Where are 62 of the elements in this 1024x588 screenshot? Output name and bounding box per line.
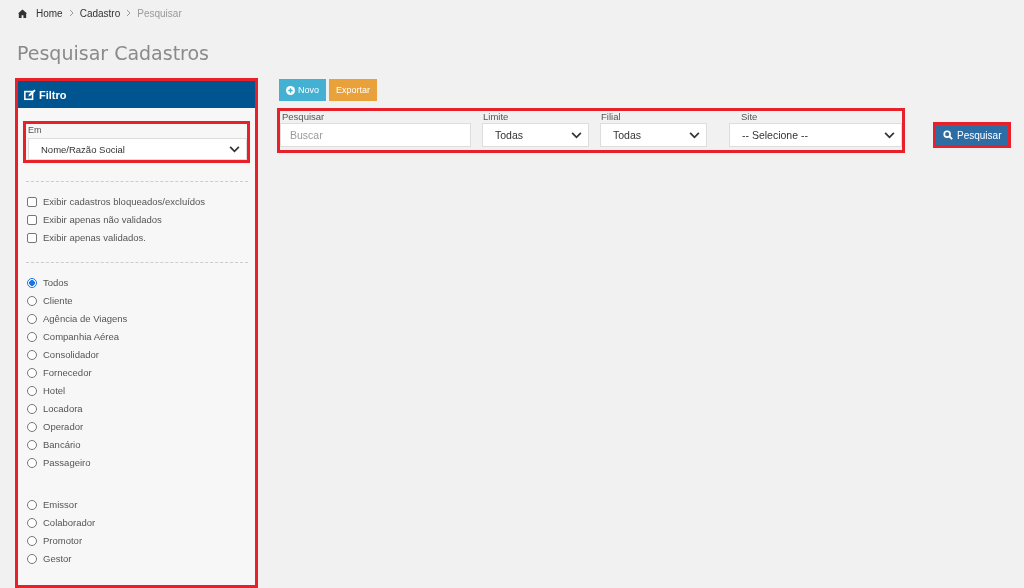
chevron-icon bbox=[689, 131, 700, 139]
radio-label: Colaborador bbox=[43, 517, 96, 528]
radio-label: Gestor bbox=[43, 553, 72, 564]
radio-button[interactable] bbox=[27, 403, 37, 414]
search-field[interactable]: Buscar bbox=[280, 123, 471, 147]
radio-label: Promotor bbox=[43, 535, 83, 546]
field-label: Filial bbox=[600, 111, 622, 123]
radio-button[interactable] bbox=[27, 457, 37, 468]
checkbox[interactable] bbox=[27, 196, 37, 207]
field-label: Pesquisar bbox=[281, 111, 326, 123]
radio-button[interactable] bbox=[27, 331, 37, 342]
radio-label: Passageiro bbox=[43, 457, 91, 468]
page-title: Pesquisar Cadastros bbox=[17, 41, 211, 66]
checkbox-label: Exibir apenas validados. bbox=[43, 232, 146, 243]
chevron-icon bbox=[126, 9, 132, 17]
radio-label: Todos bbox=[43, 277, 69, 288]
radio-button[interactable] bbox=[27, 367, 37, 378]
select-field[interactable]: Todas bbox=[600, 123, 707, 147]
radio-button[interactable] bbox=[27, 439, 37, 450]
checkbox-label: Exibir apenas não validados bbox=[43, 214, 162, 225]
field-label: Em bbox=[28, 124, 43, 136]
radio-button[interactable] bbox=[27, 421, 37, 432]
select-field[interactable]: -- Selecione -- bbox=[729, 123, 902, 147]
radio-label: Agência de Viagens bbox=[43, 313, 128, 324]
radio-label: Operador bbox=[43, 421, 84, 432]
panel-title: Filtro bbox=[39, 88, 67, 101]
radio-label: Fornecedor bbox=[43, 367, 92, 378]
radio-label: Hotel bbox=[43, 385, 66, 396]
breadcrumb-link[interactable]: Cadastro bbox=[79, 7, 121, 19]
field-label: Site bbox=[740, 111, 759, 123]
chevron-icon bbox=[68, 9, 74, 17]
radio-button[interactable] bbox=[27, 349, 37, 360]
radio-label: Locadora bbox=[43, 403, 83, 414]
checkbox[interactable] bbox=[27, 232, 37, 243]
chevron-icon bbox=[571, 131, 582, 139]
radio-button[interactable] bbox=[27, 385, 37, 396]
home-icon bbox=[17, 7, 28, 19]
radio-button[interactable] bbox=[27, 553, 37, 564]
radio-label: Consolidador bbox=[43, 349, 99, 360]
breadcrumb-link[interactable]: Home bbox=[36, 7, 63, 19]
radio-button[interactable] bbox=[27, 313, 37, 324]
field-label: Limite bbox=[482, 111, 510, 123]
edit-icon bbox=[24, 88, 36, 101]
radio-label: Cliente bbox=[43, 295, 73, 306]
checkbox-label: Exibir cadastros bloqueados/excluídos bbox=[43, 196, 206, 207]
chevron-icon bbox=[229, 145, 240, 153]
radio-label: Bancário bbox=[43, 439, 81, 450]
search-icon bbox=[943, 130, 953, 140]
checkbox[interactable] bbox=[27, 214, 37, 225]
radio-button[interactable] bbox=[27, 535, 37, 546]
breadcrumb-current: Pesquisar bbox=[137, 7, 182, 19]
radio-button[interactable] bbox=[27, 499, 37, 510]
radio-button[interactable] bbox=[27, 517, 37, 528]
plus-icon bbox=[286, 85, 295, 95]
chevron-icon bbox=[884, 131, 895, 139]
radio-button[interactable] bbox=[27, 295, 37, 306]
radio-label: Companhia Aérea bbox=[43, 331, 120, 342]
select-field[interactable]: Todas bbox=[482, 123, 589, 147]
radio-button[interactable] bbox=[27, 277, 37, 288]
radio-label: Emissor bbox=[43, 499, 78, 510]
search-button[interactable]: Pesquisar bbox=[933, 122, 1012, 148]
select-field[interactable]: Nome/Razão Social bbox=[28, 138, 247, 160]
